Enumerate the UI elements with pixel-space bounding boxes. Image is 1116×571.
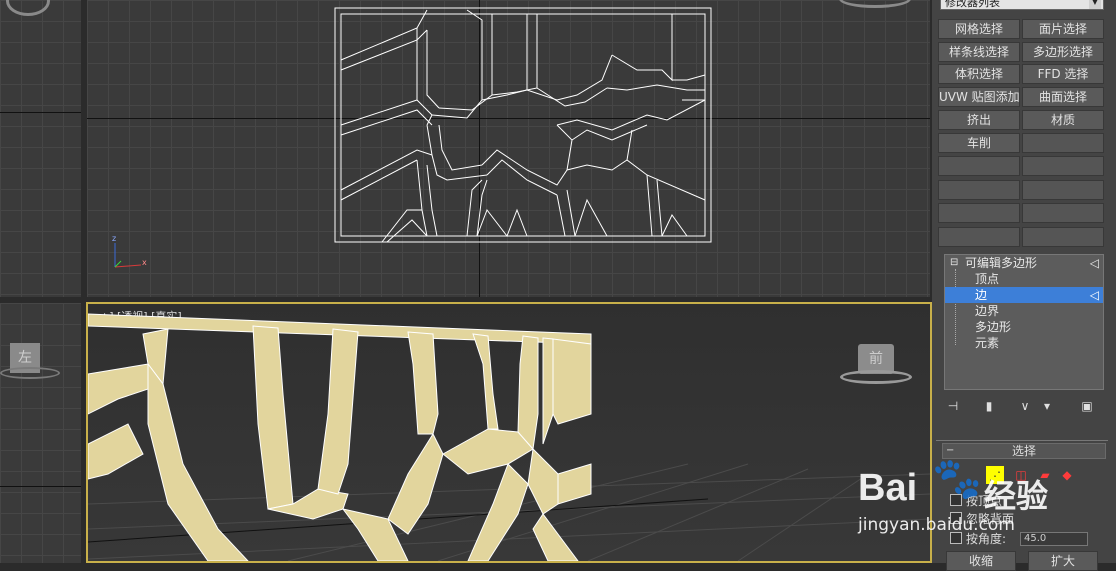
selection-indicator-icon: ◁ [1089,288,1099,302]
empty-modifier-button[interactable] [1022,180,1104,200]
chevron-down-icon[interactable]: ▼ [1089,0,1101,9]
viewcube-ring [0,367,60,379]
stack-item-label: 边界 [975,304,1000,318]
vol-select-button[interactable]: 体积选择 [938,64,1020,84]
empty-modifier-button[interactable] [938,156,1020,176]
stack-item-label: 顶点 [975,272,1000,286]
material-button[interactable]: 材质 [1022,110,1104,130]
empty-modifier-button[interactable] [938,203,1020,223]
make-unique-icon[interactable]: ∨ [1016,398,1034,414]
viewport-front[interactable]: z x [87,0,930,297]
stack-item-border[interactable]: 边界 [945,303,1103,319]
empty-modifier-button[interactable] [1022,156,1104,176]
show-end-result-icon[interactable]: ▮ [980,398,998,414]
empty-modifier-button[interactable] [1022,133,1104,153]
lightbulb-icon[interactable]: ◁ [1090,255,1099,271]
viewport-left[interactable]: 左 [0,303,81,563]
stack-item-edge[interactable]: 边 ◁ [945,287,1103,303]
modifier-list-dropdown[interactable]: 修改器列表 ▼ [940,0,1104,10]
modifier-list-label: 修改器列表 [945,0,1000,9]
empty-modifier-button[interactable] [1022,227,1104,247]
watermark-url: jingyan.baidu.com [858,515,1015,535]
stack-item-label: 元素 [975,336,1000,350]
viewcube-ring [840,370,912,384]
empty-modifier-button[interactable] [938,227,1020,247]
viewport-perspective[interactable]: +] [透视] [真实] [86,302,932,563]
viewport-top-left[interactable] [0,0,81,297]
empty-modifier-button[interactable] [1022,203,1104,223]
spline-select-button[interactable]: 样条线选择 [938,42,1020,62]
perspective-floor-grid [88,313,930,561]
axis-x-label: x [142,258,147,267]
mesh-select-button[interactable]: 网格选择 [938,19,1020,39]
patch-select-button[interactable]: 面片选择 [1022,19,1104,39]
axis-z-label: z [112,234,117,243]
surface-select-button[interactable]: 曲面选择 [1022,87,1104,107]
extrude-button[interactable]: 挤出 [938,110,1020,130]
axis-line [0,486,81,487]
viewcube-ring[interactable] [6,0,50,16]
poly-select-button[interactable]: 多边形选择 [1022,42,1104,62]
paw-icon: 🐾 [932,456,982,502]
stack-item-vertex[interactable]: 顶点 [945,271,1103,287]
lathe-button[interactable]: 车削 [938,133,1020,153]
configure-modifier-sets-icon[interactable]: ▣ [1078,398,1096,414]
stack-item-label: 边 [975,288,988,302]
stack-toolbar: ⊣ ▮ ∨ ▾ ▣ [944,398,1104,416]
stack-item-element[interactable]: 元素 [945,335,1103,351]
axis-line [0,112,81,113]
modifier-stack[interactable]: ⊟ 可编辑多边形 ◁ 顶点 边 ◁ 边界 多边形 元素 [944,254,1104,390]
stack-item-polygon[interactable]: 多边形 [945,319,1103,335]
rollout-title: 选择 [1011,444,1036,458]
watermark-brand: Bai [858,467,918,509]
stack-root-label: 可编辑多边形 [965,256,1038,270]
watermark-brand-cn: 经验 [984,477,1049,515]
stack-root-editable-poly[interactable]: ⊟ 可编辑多边形 ◁ [945,255,1103,271]
pin-icon[interactable]: ⊣ [944,398,962,414]
stack-item-label: 多边形 [975,320,1012,334]
baidu-watermark: Bai 🐾 经验 jingyan.baidu.com [858,456,1068,555]
empty-modifier-button[interactable] [938,180,1020,200]
remove-modifier-icon[interactable]: ▾ [1038,398,1056,414]
uvw-map-add-button[interactable]: UVW 贴图添加 [938,87,1020,107]
wireframe-panel-front [334,7,712,243]
collapse-toggle-icon[interactable]: ⊟ [950,255,958,271]
ffd-select-button[interactable]: FFD 选择 [1022,64,1104,84]
